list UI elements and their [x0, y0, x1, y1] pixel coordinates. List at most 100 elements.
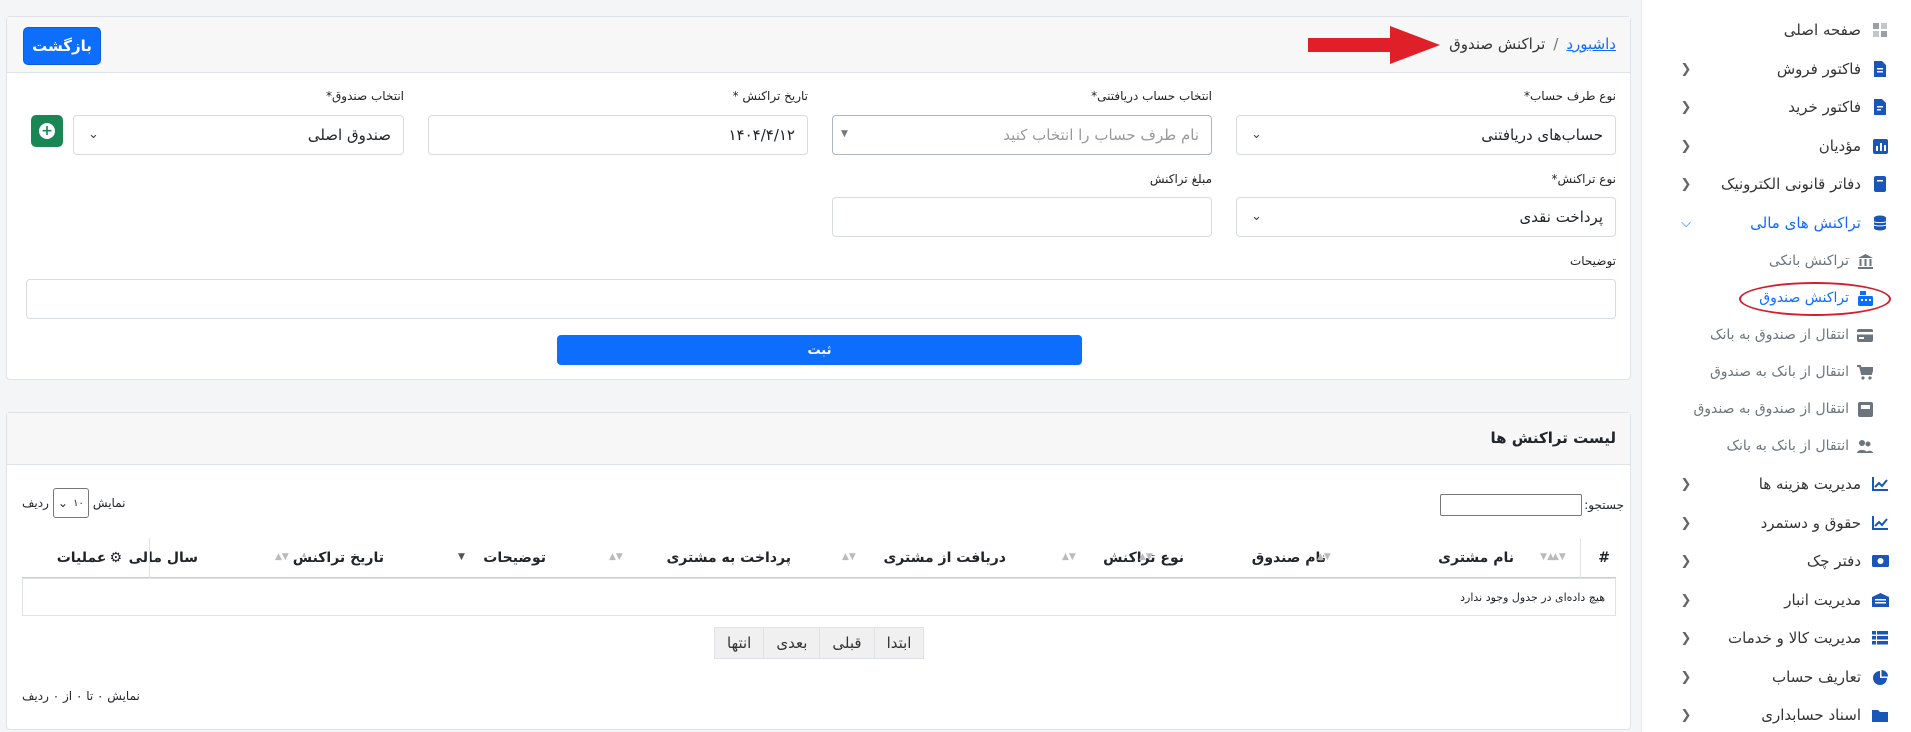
- chevron-left-icon: ❮: [1680, 553, 1692, 569]
- coins-icon: [1871, 214, 1889, 232]
- sidebar-item-warehouse[interactable]: مدیریت انبار ❮: [1641, 581, 1911, 619]
- amount-label: مبلغ تراکنش: [1149, 172, 1212, 186]
- sidebar-item-expenses[interactable]: مدیریت هزینه ها ❮: [1641, 465, 1911, 503]
- column-header-fiscal-year[interactable]: سال مالی: [129, 538, 198, 578]
- search-input[interactable]: [1440, 494, 1583, 516]
- receiving-account-placeholder: نام طرف حساب را انتخاب کنید: [1003, 126, 1199, 144]
- date-input[interactable]: ۱۴۰۴/۴/۱۲: [428, 115, 808, 155]
- sidebar-item-financial-transactions[interactable]: تراکنش های مالی ⌵: [1641, 204, 1911, 242]
- sort-icon: ▲▼: [1139, 552, 1153, 562]
- chevron-left-icon: ❮: [1680, 138, 1692, 154]
- column-header-description[interactable]: توضیحات: [483, 538, 546, 578]
- party-type-label: نوع طرف حساب*: [1523, 89, 1616, 103]
- add-cashbox-button[interactable]: +: [31, 115, 63, 147]
- money-bill-icon: [1871, 552, 1889, 570]
- sidebar-subitem-bank-transaction[interactable]: تراکنش بانکی: [1641, 243, 1911, 279]
- transaction-type-select[interactable]: پرداخت نقدی ⌄: [1236, 197, 1616, 237]
- column-header-index[interactable]: #: [1598, 538, 1610, 578]
- receiving-account-select[interactable]: نام طرف حساب را انتخاب کنید ▼: [832, 115, 1212, 155]
- pager-next[interactable]: بعدی: [763, 628, 819, 658]
- line-chart-icon: [1871, 514, 1889, 532]
- table-title: لیست تراکنش ها: [1490, 429, 1616, 447]
- date-label: تاریخ تراکنش *: [732, 89, 808, 103]
- sidebar-item-payroll[interactable]: حقوق و دستمرد ❮: [1641, 504, 1911, 542]
- annotation-arrow-icon: [1308, 26, 1440, 64]
- date-value: ۱۴۰۴/۴/۱۲: [728, 126, 795, 144]
- column-header-label: عملیات: [56, 550, 107, 566]
- sidebar-subitem-bank-to-cashbox[interactable]: انتقال از بانک به صندوق: [1641, 354, 1911, 390]
- book-icon: [1871, 175, 1889, 193]
- submit-button[interactable]: ثبت: [557, 335, 1082, 365]
- chevron-left-icon: ❮: [1680, 176, 1692, 192]
- warehouse-icon: [1871, 591, 1889, 609]
- chart-icon: [1871, 137, 1889, 155]
- amount-input[interactable]: [832, 197, 1212, 237]
- search-control: جستجو:: [1440, 494, 1624, 516]
- sidebar-subitem-label: انتقال از صندوق به صندوق: [1693, 401, 1849, 417]
- page-length-control: نمایش ۱۰ ⌄ ردیف: [22, 488, 125, 518]
- sidebar-subitem-label: انتقال از بانک به بانک: [1726, 438, 1849, 454]
- breadcrumb-separator: /: [1553, 35, 1559, 53]
- sidebar-item-accounting-docs[interactable]: اسناد حسابداری ❮: [1641, 696, 1911, 732]
- box-icon: [1857, 401, 1873, 417]
- cashbox-select[interactable]: صندوق اصلی ⌄: [73, 115, 404, 155]
- party-type-select[interactable]: حساب‌های دریافتنی ⌄: [1236, 115, 1616, 155]
- table-info: نمایش ۰ تا ۰ از ۰ ردیف: [22, 689, 140, 703]
- sidebar-item-label: مدیریت انبار: [1784, 591, 1861, 609]
- caret-down-icon: ▼: [841, 129, 848, 139]
- pagination: ابتدا قبلی بعدی انتها: [714, 627, 925, 659]
- chevron-down-icon: ⌄: [1251, 127, 1262, 142]
- sidebar-item-label: تراکنش های مالی: [1750, 214, 1861, 232]
- chevron-down-icon: ⌄: [1251, 209, 1262, 224]
- sort-icon: ▲▼: [842, 552, 856, 562]
- column-header-cashbox[interactable]: نام صندوق: [1252, 538, 1326, 578]
- receiving-account-label: انتخاب حساب دریافتنی*: [1091, 89, 1212, 103]
- table-header: # نام مشتری ▲▼ نام صندوق نوع تراکنش دریا…: [22, 538, 1616, 578]
- cashbox-label: انتخاب صندوق*: [325, 89, 404, 103]
- sidebar-item-taxpayers[interactable]: مؤدیان ❮: [1641, 127, 1911, 165]
- sort-icon: ▲▼: [609, 552, 623, 562]
- sidebar-subitem-cashbox-to-cashbox[interactable]: انتقال از صندوق به صندوق: [1641, 391, 1911, 427]
- description-input[interactable]: [26, 279, 1616, 319]
- sidebar-item-label: دفاتر قانونی الکترونیک: [1721, 175, 1861, 193]
- sidebar-item-purchase-invoice[interactable]: فاکتور خرید ❮: [1641, 88, 1911, 126]
- sidebar-subitem-bank-to-bank[interactable]: انتقال از بانک به بانک: [1641, 428, 1911, 464]
- plus-circle-icon: +: [39, 123, 55, 139]
- pie-chart-icon: [1871, 668, 1889, 686]
- chevron-left-icon: ❮: [1680, 99, 1692, 115]
- transaction-type-label: نوع تراکنش*: [1551, 172, 1616, 186]
- sidebar-item-checkbook[interactable]: دفتر چک ❮: [1641, 542, 1911, 580]
- users-icon: [1857, 438, 1873, 454]
- sidebar: صفحه اصلی فاکتور فروش ❮ فاکتور خرید ❮ مؤ…: [1641, 0, 1911, 732]
- sidebar-item-label: دفتر چک: [1806, 552, 1861, 570]
- sidebar-item-home[interactable]: صفحه اصلی: [1641, 11, 1911, 49]
- length-value: ۱۰: [73, 497, 84, 509]
- sidebar-subitem-label: انتقال از بانک به صندوق: [1709, 364, 1849, 380]
- column-header-label: نام مشتری: [1438, 550, 1514, 566]
- description-label: توضیحات: [1569, 254, 1616, 268]
- sidebar-subitem-cashbox-to-bank[interactable]: انتقال از صندوق به بانک: [1641, 317, 1911, 353]
- column-header-date[interactable]: تاریخ تراکنش: [293, 538, 384, 578]
- sidebar-item-label: فاکتور خرید: [1788, 98, 1861, 116]
- sidebar-item-account-definitions[interactable]: تعاریف حساب ❮: [1641, 658, 1911, 696]
- bank-icon: [1857, 253, 1873, 269]
- sort-icon: ▲▼: [275, 552, 289, 562]
- sidebar-subitem-label: تراکنش بانکی: [1768, 253, 1849, 269]
- sidebar-item-label: حقوق و دستمرد: [1760, 514, 1861, 532]
- dashboard-icon: [1871, 21, 1889, 39]
- pager-first[interactable]: ابتدا: [873, 628, 924, 658]
- breadcrumb-current: تراکنش صندوق: [1449, 35, 1546, 53]
- folder-icon: [1871, 706, 1889, 724]
- page-length-select[interactable]: ۱۰ ⌄: [52, 488, 89, 518]
- breadcrumb-link-dashboard[interactable]: داشبورد: [1566, 35, 1616, 53]
- sidebar-item-e-ledgers[interactable]: دفاتر قانونی الکترونیک ❮: [1641, 165, 1911, 203]
- pager-last[interactable]: انتها: [715, 628, 763, 658]
- column-header-paid[interactable]: پرداخت به مشتری: [666, 538, 791, 578]
- back-button[interactable]: بازگشت: [23, 27, 101, 65]
- column-header-received[interactable]: دریافت از مشتری: [883, 538, 1006, 578]
- sidebar-item-sales-invoice[interactable]: فاکتور فروش ❮: [1641, 50, 1911, 88]
- pager-previous[interactable]: قبلی: [819, 628, 873, 658]
- transaction-form-card: بازگشت داشبورد / تراکنش صندوق نوع طرف حساب…: [6, 16, 1631, 380]
- column-header-customer[interactable]: نام مشتری: [1438, 538, 1514, 578]
- sidebar-item-products-services[interactable]: مدیریت کالا و خدمات ❮: [1641, 619, 1911, 657]
